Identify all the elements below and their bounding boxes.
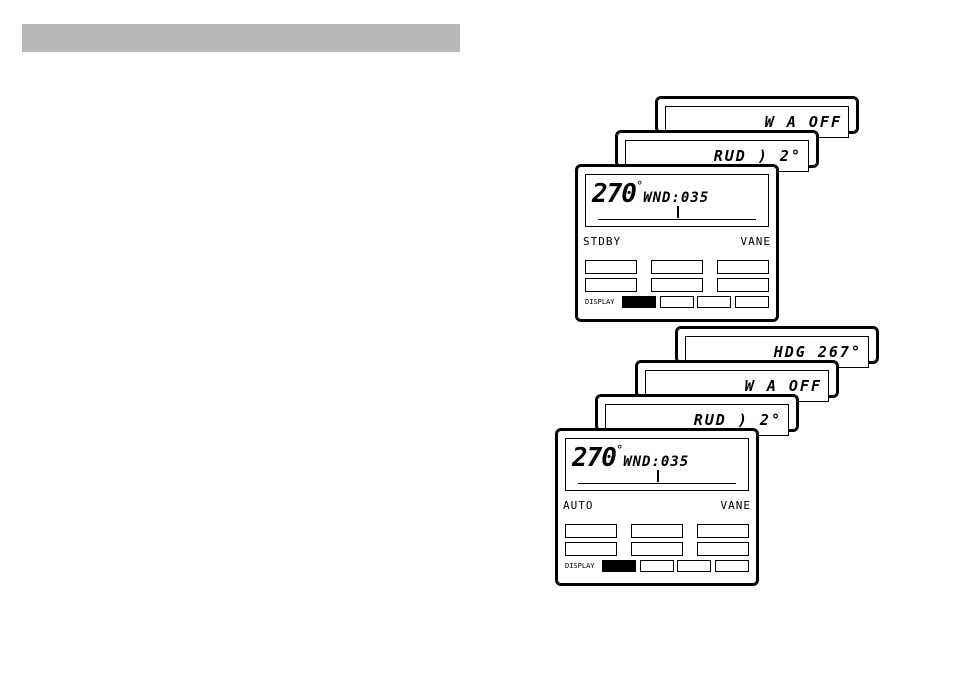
device-back-1: RUD ) 2°: [595, 394, 799, 432]
rudder-scale: [598, 211, 756, 220]
button[interactable]: [735, 296, 769, 308]
device-front: 270°WND:035 AUTO VANE DISP: [555, 428, 759, 586]
lcd-text: HDG 267°: [774, 343, 862, 361]
device-back-1: RUD ) 2°: [615, 130, 819, 168]
display-label: DISPLAY: [565, 562, 595, 570]
button[interactable]: [651, 260, 703, 274]
button-row: [585, 260, 769, 274]
heading-value: 270: [572, 443, 616, 473]
button[interactable]: [585, 278, 637, 292]
button[interactable]: [697, 296, 731, 308]
button[interactable]: [677, 560, 711, 572]
button-row: [565, 542, 749, 556]
mode-left: AUTO: [563, 499, 594, 512]
heading-value: 270: [592, 179, 636, 209]
title-bar: [22, 24, 460, 52]
button[interactable]: [660, 296, 694, 308]
button[interactable]: [717, 278, 769, 292]
button-row: DISPLAY: [585, 296, 769, 308]
lcd-text: W A OFF: [765, 113, 842, 131]
button[interactable]: [585, 260, 637, 274]
rudder-scale: [578, 475, 736, 484]
page: W A OFF RUD ) 2° 270°WND:035 STDBY VANE: [0, 0, 954, 675]
aux-value: WND:035: [643, 190, 709, 206]
button[interactable]: [697, 524, 749, 538]
lcd: 270°WND:035: [585, 174, 769, 227]
button-row: [565, 524, 749, 538]
button-row: [585, 278, 769, 292]
device-back-2: W A OFF: [635, 360, 839, 398]
button-grid: DISPLAY: [557, 516, 757, 584]
button[interactable]: [697, 542, 749, 556]
button[interactable]: [651, 278, 703, 292]
lcd-text: RUD ) 2°: [714, 147, 802, 165]
display-label: DISPLAY: [585, 298, 615, 306]
mode-right: VANE: [721, 499, 752, 512]
mode-right: VANE: [741, 235, 772, 248]
device-stack-1: W A OFF RUD ) 2° 270°WND:035 STDBY VANE: [575, 96, 895, 306]
lcd-text: W A OFF: [745, 377, 822, 395]
mode-row: STDBY VANE: [577, 235, 777, 252]
button-grid: DISPLAY: [577, 252, 777, 320]
button[interactable]: [640, 560, 674, 572]
button[interactable]: [631, 524, 683, 538]
device-back-3: HDG 267°: [675, 326, 879, 364]
display-button[interactable]: [622, 296, 656, 308]
button[interactable]: [715, 560, 749, 572]
button[interactable]: [717, 260, 769, 274]
lcd-text: RUD ) 2°: [694, 411, 782, 429]
button[interactable]: [565, 524, 617, 538]
device-stack-2: HDG 267° W A OFF RUD ) 2° 270°WND:035 AU…: [555, 326, 915, 586]
lcd: 270°WND:035: [565, 438, 749, 491]
device-front: 270°WND:035 STDBY VANE DIS: [575, 164, 779, 322]
button-row: DISPLAY: [565, 560, 749, 572]
mode-row: AUTO VANE: [557, 499, 757, 516]
aux-value: WND:035: [623, 454, 689, 470]
button[interactable]: [631, 542, 683, 556]
device-back-2: W A OFF: [655, 96, 859, 134]
display-button[interactable]: [602, 560, 636, 572]
mode-left: STDBY: [583, 235, 621, 248]
button[interactable]: [565, 542, 617, 556]
